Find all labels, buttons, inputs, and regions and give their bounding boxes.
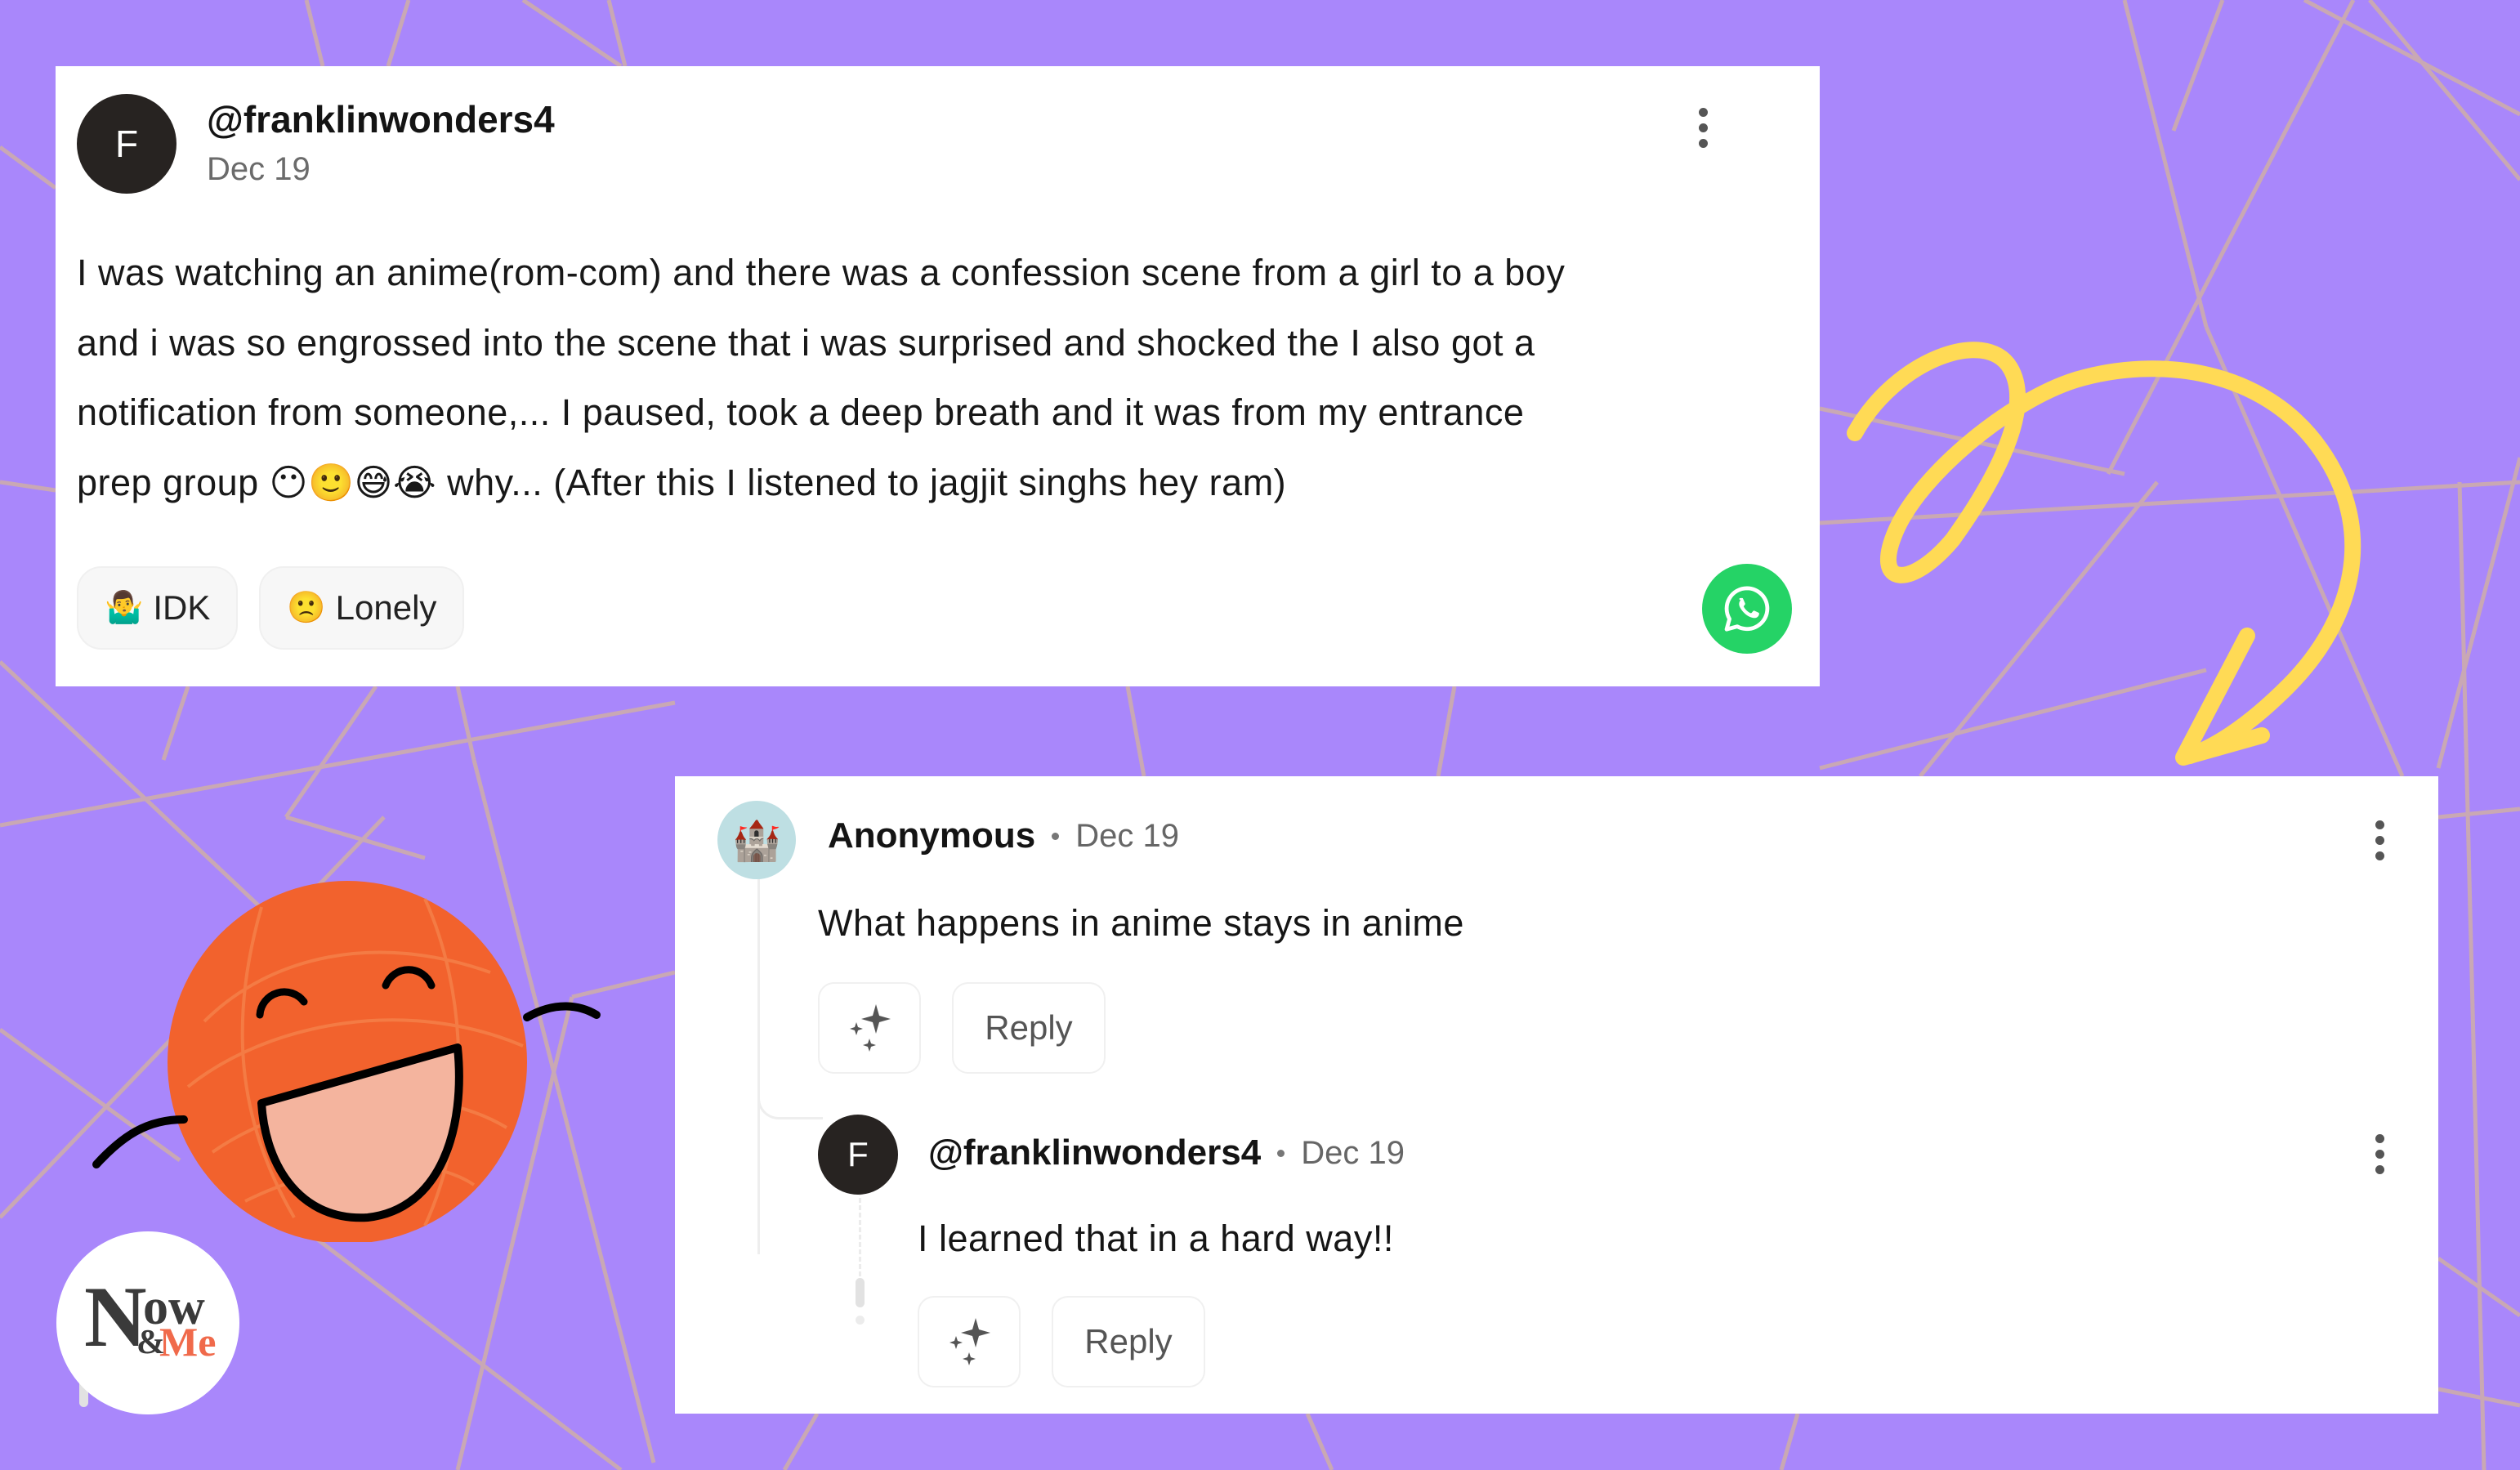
reply-actions: Reply bbox=[918, 1296, 1205, 1387]
smiling-yarn-ball-mascot bbox=[92, 881, 601, 1242]
logo-me: Me bbox=[159, 1319, 217, 1365]
now-and-me-logo: N ow & Me bbox=[56, 1231, 239, 1414]
react-button[interactable] bbox=[918, 1296, 1021, 1387]
post-author-avatar[interactable]: F bbox=[77, 94, 176, 194]
separator-dot bbox=[1052, 832, 1060, 840]
shrug-emoji-icon: 🤷‍♂️ bbox=[105, 591, 144, 625]
react-button[interactable] bbox=[818, 982, 921, 1074]
reply-button[interactable]: Reply bbox=[952, 982, 1106, 1074]
sparkle-icon bbox=[949, 1318, 990, 1365]
post-body: I was watching an anime(rom-com) and the… bbox=[77, 238, 1801, 517]
thread-connector bbox=[757, 1021, 823, 1119]
post-more-options-button[interactable] bbox=[1687, 99, 1719, 156]
reply-author-avatar[interactable]: F bbox=[818, 1115, 898, 1195]
post-body-line: prep group 😶🙂😅😭 why... (After this I lis… bbox=[77, 461, 1287, 503]
post-card: F @franklinwonders4 Dec 19 I was watchin… bbox=[56, 66, 1820, 686]
comment-date: Dec 19 bbox=[1075, 817, 1179, 854]
tag-label: IDK bbox=[153, 588, 211, 627]
comment-header: Anonymous Dec 19 bbox=[828, 815, 1179, 856]
reply-more-options-button[interactable] bbox=[2363, 1125, 2396, 1182]
separator-dot bbox=[1277, 1149, 1285, 1157]
reply-button[interactable]: Reply bbox=[1052, 1296, 1205, 1387]
post-date: Dec 19 bbox=[207, 151, 311, 187]
comment-author-name[interactable]: Anonymous bbox=[828, 815, 1035, 856]
curly-arrow-decoration bbox=[1847, 342, 2361, 766]
more-vertical-icon bbox=[2375, 1133, 2384, 1143]
anonymous-avatar[interactable]: 🏰 bbox=[717, 801, 796, 879]
comment-actions: Reply bbox=[818, 982, 1106, 1074]
more-vertical-icon bbox=[1698, 107, 1708, 117]
tag-label: Lonely bbox=[335, 588, 437, 627]
thread-end-dot bbox=[856, 1316, 865, 1325]
more-vertical-icon bbox=[2375, 820, 2384, 829]
post-body-line: I was watching an anime(rom-com) and the… bbox=[77, 252, 1566, 293]
tag-lonely[interactable]: 🙁 Lonely bbox=[259, 566, 465, 650]
post-body-line: and i was so engrossed into the scene th… bbox=[77, 321, 1535, 364]
reply-author-name[interactable]: @franklinwonders4 bbox=[928, 1133, 1261, 1173]
tag-idk[interactable]: 🤷‍♂️ IDK bbox=[77, 566, 239, 650]
post-author-username[interactable]: @franklinwonders4 bbox=[207, 97, 555, 141]
share-whatsapp-button[interactable] bbox=[1702, 564, 1792, 654]
whatsapp-icon bbox=[1724, 586, 1770, 632]
reply-date: Dec 19 bbox=[1301, 1134, 1405, 1171]
comment-thread-card: 🏰 Anonymous Dec 19 What happens in anime… bbox=[675, 776, 2438, 1414]
comment-more-options-button[interactable] bbox=[2363, 811, 2396, 869]
thread-collapse-handle[interactable] bbox=[856, 1278, 865, 1307]
sparkle-icon bbox=[850, 1004, 891, 1052]
comment-text: What happens in anime stays in anime bbox=[818, 902, 1464, 944]
reply-header: @franklinwonders4 Dec 19 bbox=[928, 1133, 1405, 1173]
avatar-initial: F bbox=[847, 1135, 869, 1173]
reply-text: I learned that in a hard way!! bbox=[918, 1218, 1394, 1259]
post-mood-tags: 🤷‍♂️ IDK 🙁 Lonely bbox=[77, 566, 465, 650]
post-body-line: notification from someone,... I paused, … bbox=[77, 391, 1525, 433]
sad-face-emoji-icon: 🙁 bbox=[287, 591, 326, 625]
avatar-initial: F bbox=[114, 123, 139, 165]
castle-emoji-icon: 🏰 bbox=[732, 819, 781, 863]
